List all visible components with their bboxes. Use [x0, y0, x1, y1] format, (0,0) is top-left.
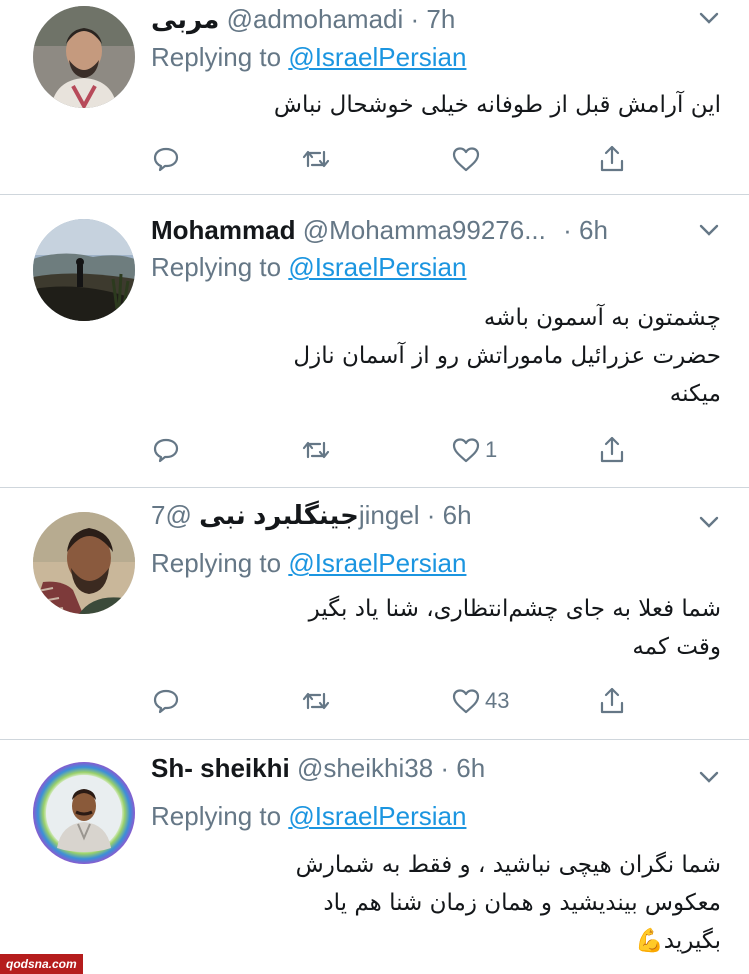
- retweet-button[interactable]: [301, 142, 331, 176]
- replying-to: Replying to @IsraelPersian: [151, 40, 466, 74]
- tweet-line: معکوس بیندیشید و همان زمان شنا هم یاد: [323, 890, 721, 916]
- like-button[interactable]: 43: [451, 684, 509, 718]
- chevron-down-icon[interactable]: [697, 510, 721, 534]
- reply-icon: [153, 689, 179, 714]
- tweet[interactable]: جینگلبرد نبی @7jingel · 6h Replying to @…: [0, 488, 749, 740]
- replying-to: Replying to @IsraelPersian: [151, 250, 466, 284]
- heart-icon: [452, 147, 480, 172]
- action-bar: 1: [151, 433, 649, 467]
- chevron-down-icon[interactable]: [697, 218, 721, 242]
- tweet-line: بگیرید💪: [635, 928, 721, 954]
- avatar[interactable]: [33, 219, 135, 321]
- site-watermark: qodsna.com: [0, 954, 83, 974]
- tweet[interactable]: Sh- sheikhi @sheikhi38 · 6h Replying to …: [0, 740, 749, 974]
- timestamp[interactable]: · 6h: [427, 500, 472, 530]
- like-count: 1: [485, 437, 498, 462]
- heart-icon: [452, 438, 480, 463]
- tweet-line: شما نگران هیچی نباشید ، و فقط به شمارش: [295, 852, 721, 878]
- like-button[interactable]: [451, 142, 485, 176]
- retweet-button[interactable]: [301, 433, 331, 467]
- retweet-icon: [302, 692, 330, 710]
- reply-button[interactable]: [151, 142, 181, 176]
- tweet-line: شما فعلا به جای چشم‌انتظاری، شنا یاد بگی…: [308, 596, 721, 622]
- display-name[interactable]: Mohammad: [151, 215, 295, 245]
- tweet-line: وقت کمه: [632, 634, 721, 660]
- like-button[interactable]: 1: [451, 433, 497, 467]
- share-button[interactable]: [597, 433, 627, 467]
- replying-prefix: Replying to: [151, 252, 289, 282]
- user-handle[interactable]: @sheikhi38: [297, 753, 433, 783]
- timestamp[interactable]: · 7h: [411, 4, 456, 34]
- share-button[interactable]: [597, 684, 627, 718]
- heart-icon: [452, 689, 480, 714]
- mention-link[interactable]: @IsraelPersian: [288, 42, 466, 72]
- tweet-header: جینگلبرد نبی @7jingel · 6h: [151, 498, 689, 532]
- tweet-line: حضرت عزرائیل ماموراتش رو از آسمان نازل: [293, 343, 721, 369]
- tweet-text: شما فعلا به جای چشم‌انتظاری، شنا یاد بگی…: [161, 590, 721, 666]
- mention-link[interactable]: @IsraelPersian: [288, 548, 466, 578]
- tweet-header: Mohammad @Mohamma99276... · 6h: [151, 213, 679, 247]
- chevron-down-icon[interactable]: [697, 765, 721, 789]
- replying-prefix: Replying to: [151, 548, 289, 578]
- reply-icon: [153, 438, 179, 463]
- timestamp[interactable]: · 6h: [563, 215, 608, 245]
- user-handle[interactable]: @admohamadi: [227, 4, 404, 34]
- replying-to: Replying to @IsraelPersian: [151, 799, 466, 833]
- action-bar: 43: [151, 684, 649, 718]
- avatar[interactable]: [33, 512, 135, 614]
- retweet-icon: [302, 150, 330, 168]
- action-bar: [151, 142, 649, 176]
- tweet-line: میکنه: [669, 381, 721, 407]
- replying-to: Replying to @IsraelPersian: [151, 546, 466, 580]
- mention-link[interactable]: @IsraelPersian: [288, 252, 466, 282]
- tweet-line: این آرامش قبل از طوفانه خیلی خوشحال نباش: [273, 92, 721, 118]
- retweet-icon: [302, 441, 330, 459]
- tweet[interactable]: Mohammad @Mohamma99276... · 6h Replying …: [0, 195, 749, 488]
- display-name[interactable]: مربی: [151, 4, 219, 34]
- tweet-text: این آرامش قبل از طوفانه خیلی خوشحال نباش: [161, 86, 721, 124]
- tweet-header: Sh- sheikhi @sheikhi38 · 6h: [151, 751, 689, 785]
- reply-icon: [153, 147, 179, 172]
- display-name[interactable]: Sh- sheikhi: [151, 753, 290, 783]
- share-icon: [600, 687, 624, 714]
- chevron-down-icon[interactable]: [697, 6, 721, 30]
- tweet-text: چشمتون به آسمون باشه حضرت عزرائیل مامورا…: [161, 299, 721, 413]
- tweet-line: چشمتون به آسمون باشه: [483, 305, 721, 331]
- user-handle[interactable]: @Mohamma99276...: [303, 215, 546, 245]
- tweet-header: مربی @admohamadi · 7h: [151, 2, 689, 36]
- share-icon: [600, 145, 624, 172]
- tweet[interactable]: مربی @admohamadi · 7h Replying to @Israe…: [0, 0, 749, 195]
- display-name[interactable]: جینگلبرد نبی: [199, 500, 359, 530]
- reply-button[interactable]: [151, 433, 181, 467]
- replying-prefix: Replying to: [151, 801, 289, 831]
- avatar[interactable]: [33, 762, 135, 864]
- replying-prefix: Replying to: [151, 42, 289, 72]
- reply-button[interactable]: [151, 684, 181, 718]
- avatar[interactable]: [33, 6, 135, 108]
- mention-link[interactable]: @IsraelPersian: [288, 801, 466, 831]
- retweet-button[interactable]: [301, 684, 331, 718]
- share-icon: [600, 436, 624, 463]
- timestamp[interactable]: · 6h: [440, 753, 485, 783]
- share-button[interactable]: [597, 142, 627, 176]
- like-count: 43: [485, 688, 510, 713]
- tweet-text: شما نگران هیچی نباشید ، و فقط به شمارش م…: [161, 846, 721, 960]
